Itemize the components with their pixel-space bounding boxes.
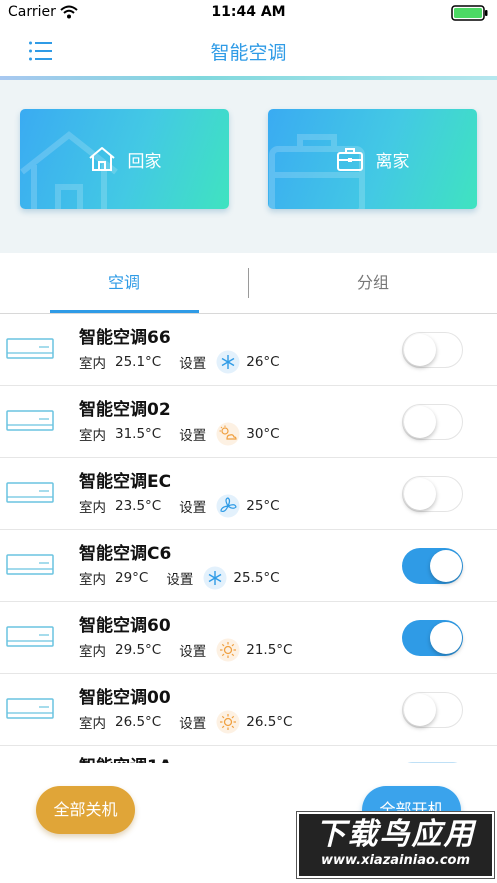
device-name: 智能空调EC	[79, 472, 172, 492]
set-temp: 21.5°C	[246, 642, 293, 658]
status-time: 11:44 AM	[211, 4, 286, 20]
device-info: 室内 29°C 设置 25.5°C	[79, 565, 280, 591]
all-off-button[interactable]: 全部关机	[36, 786, 135, 834]
device-list[interactable]: 智能空调66 室内 25.1°C 设置 26°C 智能空调02 室内 31.5°…	[0, 314, 497, 763]
power-toggle[interactable]	[402, 692, 463, 728]
home-scene-content: 回家	[20, 109, 229, 209]
snowflake-icon	[216, 350, 240, 374]
away-scene-label: 离家	[375, 151, 410, 172]
sun-cloud-icon	[216, 422, 240, 446]
snowflake-icon	[203, 566, 227, 590]
toggle-knob	[404, 334, 436, 366]
indoor-temp: 29°C	[115, 570, 149, 586]
scene-panel: 回家 离家	[0, 80, 497, 253]
device-info: 室内 31.5°C 设置 30°C	[79, 421, 280, 447]
toggle-knob	[430, 550, 462, 582]
air-conditioner-icon	[6, 554, 54, 575]
indoor-label: 室内	[79, 500, 106, 516]
power-toggle[interactable]	[402, 404, 463, 440]
air-conditioner-icon	[6, 698, 54, 719]
watermark-title: 下载鸟应用	[315, 817, 476, 852]
indoor-label: 室内	[79, 716, 106, 732]
toggle-knob	[404, 478, 436, 510]
set-temp: 26.5°C	[246, 714, 293, 730]
set-label: 设置	[179, 644, 207, 660]
away-scene-button[interactable]: 离家	[268, 109, 477, 209]
set-temp: 25°C	[246, 498, 280, 514]
device-row[interactable]: 智能空调60 室内 29.5°C 设置 21.5°C	[0, 602, 497, 674]
watermark-logo: 下载鸟应用 www.xiazainiao.com	[296, 811, 495, 879]
tab-groups[interactable]: 分组	[249, 253, 497, 313]
page-title: 智能空调	[210, 42, 287, 64]
indoor-temp: 25.1°C	[115, 354, 162, 370]
indoor-label: 室内	[79, 356, 106, 372]
indoor-temp: 31.5°C	[115, 426, 162, 442]
air-conditioner-icon	[6, 410, 54, 431]
power-toggle[interactable]	[402, 620, 463, 656]
indoor-label: 室内	[79, 428, 106, 444]
home-scene-label: 回家	[127, 151, 162, 172]
tab-air-conditioners[interactable]: 空调	[0, 253, 248, 313]
device-row[interactable]: 智能空调C6 室内 29°C 设置 25.5°C	[0, 530, 497, 602]
away-scene-content: 离家	[268, 109, 477, 209]
set-label: 设置	[179, 356, 207, 372]
indoor-temp: 29.5°C	[115, 642, 162, 658]
home-icon	[88, 147, 115, 171]
air-conditioner-icon	[6, 626, 54, 647]
device-name: 智能空调60	[79, 616, 171, 636]
indoor-temp: 26.5°C	[115, 714, 162, 730]
indoor-label: 室内	[79, 644, 106, 660]
device-row[interactable]: 智能空调66 室内 25.1°C 设置 26°C	[0, 314, 497, 386]
sun-icon	[216, 710, 240, 734]
power-toggle[interactable]	[402, 548, 463, 584]
set-label: 设置	[166, 572, 194, 588]
air-conditioner-icon	[6, 338, 54, 359]
toggle-knob	[430, 622, 462, 654]
power-toggle[interactable]	[402, 762, 463, 763]
device-name: 智能空调66	[79, 328, 171, 348]
device-row[interactable]: 智能空调00 室内 26.5°C 设置 26.5°C	[0, 674, 497, 746]
toggle-knob	[404, 406, 436, 438]
device-info: 室内 29.5°C 设置 21.5°C	[79, 637, 293, 663]
status-bar: Carrier 11:44 AM	[0, 0, 497, 26]
device-name: 智能空调02	[79, 400, 171, 420]
battery-icon	[451, 5, 488, 21]
device-row[interactable]: 智能空调1A	[0, 746, 497, 763]
toggle-knob	[404, 694, 436, 726]
power-toggle[interactable]	[402, 476, 463, 512]
device-row[interactable]: 智能空调02 室内 31.5°C 设置 30°C	[0, 386, 497, 458]
tab-bar: 空调 分组	[0, 253, 497, 314]
briefcase-icon	[336, 148, 363, 171]
set-temp: 26°C	[246, 354, 280, 370]
set-label: 设置	[179, 716, 207, 732]
device-row[interactable]: 智能空调EC 室内 23.5°C 设置 25°C	[0, 458, 497, 530]
device-name: 智能空调C6	[79, 544, 172, 564]
device-info: 室内 26.5°C 设置 26.5°C	[79, 709, 293, 735]
nav-bar: 智能空调	[0, 26, 497, 76]
set-temp: 30°C	[246, 426, 280, 442]
device-info: 室内 25.1°C 设置 26°C	[79, 349, 280, 375]
fan-icon	[216, 494, 240, 518]
device-name: 智能空调1A	[79, 752, 172, 763]
device-info: 室内 23.5°C 设置 25°C	[79, 493, 280, 519]
set-label: 设置	[179, 500, 207, 516]
power-toggle[interactable]	[402, 332, 463, 368]
indoor-label: 室内	[79, 572, 106, 588]
watermark-url: www.xiazainiao.com	[320, 853, 471, 868]
set-temp: 25.5°C	[233, 570, 280, 586]
indoor-temp: 23.5°C	[115, 498, 162, 514]
air-conditioner-icon	[6, 482, 54, 503]
set-label: 设置	[179, 428, 207, 444]
sun-icon	[216, 638, 240, 662]
device-name: 智能空调00	[79, 688, 171, 708]
home-scene-button[interactable]: 回家	[20, 109, 229, 209]
